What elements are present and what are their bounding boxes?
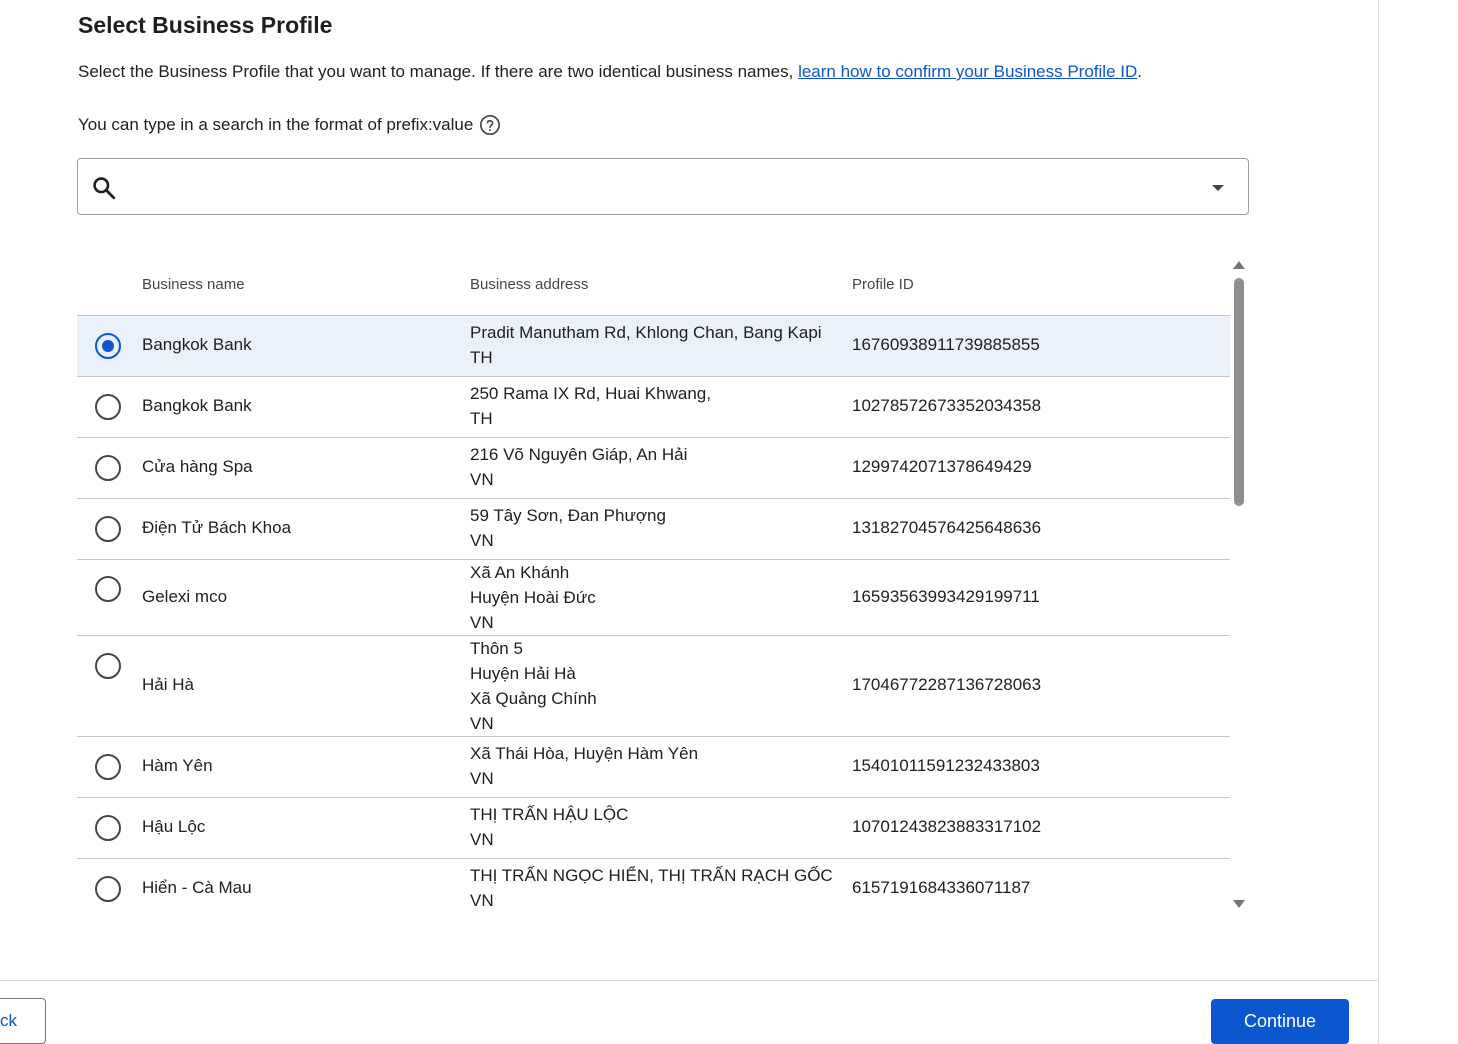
address-line: THỊ TRẤN HẬU LỘC (470, 805, 629, 824)
address-line: VN (470, 531, 494, 550)
profile-id: 1299742071378649429 (852, 457, 1032, 476)
scroll-thumb[interactable] (1234, 278, 1244, 506)
page-description: Select the Business Profile that you wan… (78, 62, 1142, 82)
row-radio[interactable] (95, 754, 121, 780)
business-name: Bangkok Bank (142, 335, 252, 354)
business-address: THỊ TRẤN HẬU LỘC VN (470, 802, 628, 852)
business-address: Xã Thái Hòa, Huyện Hàm Yên VN (470, 741, 698, 791)
table-row[interactable]: Hiển - Cà Mau THỊ TRẤN NGỌC HIỂN, THỊ TR… (77, 859, 1230, 918)
row-radio[interactable] (95, 333, 121, 359)
business-address: Thôn 5 Huyện Hải Hà Xã Quảng Chính VN (470, 636, 597, 736)
table-header: Business name Business address Profile I… (77, 258, 1230, 316)
profile-id: 13182704576425648636 (852, 518, 1042, 537)
search-hint: You can type in a search in the format o… (78, 114, 501, 136)
business-address: THỊ TRẤN NGỌC HIỂN, THỊ TRẤN RẠCH GỐC VN (470, 863, 833, 913)
confirm-profile-id-link[interactable]: learn how to confirm your Business Profi… (798, 62, 1137, 81)
business-address: 216 Võ Nguyên Giáp, An Hải VN (470, 442, 687, 492)
back-button[interactable]: ck (0, 998, 46, 1044)
business-address: 59 Tây Sơn, Đan Phượng VN (470, 503, 666, 553)
profile-search-field[interactable] (77, 158, 1249, 215)
table-row[interactable]: Bangkok Bank Pradit Manutham Rd, Khlong … (77, 316, 1230, 377)
business-name: Gelexi mco (142, 587, 228, 606)
business-name: Hải Hà (142, 675, 194, 694)
profile-id: 17046772287136728063 (852, 675, 1042, 694)
table-row[interactable]: Bangkok Bank 250 Rama IX Rd, Huai Khwang… (77, 377, 1230, 438)
address-line: 250 Rama IX Rd, Huai Khwang, (470, 384, 711, 403)
table-row[interactable]: Hậu Lộc THỊ TRẤN HẬU LỘC VN 107012438238… (77, 798, 1230, 859)
address-line: TH (470, 348, 493, 367)
address-line: VN (470, 613, 494, 632)
address-line: VN (470, 470, 494, 489)
address-line: VN (470, 714, 494, 733)
row-radio[interactable] (95, 455, 121, 481)
profile-id: 10701243823883317102 (852, 817, 1042, 836)
table-row[interactable]: Điện Tử Bách Khoa 59 Tây Sơn, Đan Phượng… (77, 499, 1230, 560)
address-line: 59 Tây Sơn, Đan Phượng (470, 506, 666, 525)
business-name: Hàm Yên (142, 756, 213, 775)
column-business-address: Business address (470, 276, 589, 293)
address-line: VN (470, 769, 494, 788)
address-line: Xã An Khánh (470, 563, 570, 582)
panel-border (1378, 0, 1379, 1044)
address-line: Huyện Hoài Đức (470, 588, 596, 607)
description-end: . (1137, 62, 1142, 81)
address-line: Pradit Manutham Rd, Khlong Chan, Bang Ka… (470, 323, 822, 342)
row-radio[interactable] (95, 653, 121, 679)
table-row[interactable]: Hải Hà Thôn 5 Huyện Hải Hà Xã Quảng Chín… (77, 636, 1230, 737)
address-line: Xã Quảng Chính (470, 689, 597, 708)
profile-id: 15401011591232433803 (852, 756, 1040, 775)
dropdown-arrow-icon[interactable] (1205, 179, 1231, 197)
table-row[interactable]: Cửa hàng Spa 216 Võ Nguyên Giáp, An Hải … (77, 438, 1230, 499)
address-line: THỊ TRẤN NGỌC HIỂN, THỊ TRẤN RẠCH GỐC (470, 866, 833, 885)
scroll-up-arrow-icon[interactable] (1233, 261, 1245, 269)
table-row[interactable]: Gelexi mco Xã An Khánh Huyện Hoài Đức VN… (77, 560, 1230, 636)
business-name: Cửa hàng Spa (142, 457, 253, 476)
business-name: Điện Tử Bách Khoa (142, 518, 292, 537)
row-radio[interactable] (95, 516, 121, 542)
help-icon[interactable] (479, 114, 501, 136)
business-address: Xã An Khánh Huyện Hoài Đức VN (470, 560, 596, 635)
scroll-down-arrow-icon[interactable] (1233, 900, 1245, 908)
row-radio[interactable] (95, 576, 121, 602)
profiles-table: Business name Business address Profile I… (77, 258, 1230, 918)
footer-divider (0, 980, 1378, 981)
page-title: Select Business Profile (78, 12, 333, 38)
business-name: Hậu Lộc (142, 817, 206, 836)
table-row[interactable]: Hàm Yên Xã Thái Hòa, Huyện Hàm Yên VN 15… (77, 737, 1230, 798)
address-line: VN (470, 830, 494, 849)
continue-button[interactable]: Continue (1211, 999, 1349, 1044)
profile-id: 10278572673352034358 (852, 396, 1042, 415)
description-text: Select the Business Profile that you wan… (78, 62, 799, 81)
table-scrollbar[interactable] (1230, 258, 1248, 918)
search-input[interactable] (130, 167, 1210, 207)
profile-id: 6157191684336071187 (852, 878, 1031, 897)
address-line: VN (470, 891, 494, 910)
column-profile-id: Profile ID (852, 276, 914, 293)
column-business-name: Business name (142, 276, 245, 293)
address-line: Xã Thái Hòa, Huyện Hàm Yên (470, 744, 699, 763)
business-name: Bangkok Bank (142, 396, 252, 415)
business-name: Hiển - Cà Mau (142, 878, 252, 897)
address-line: 216 Võ Nguyên Giáp, An Hải (470, 445, 688, 464)
business-address: Pradit Manutham Rd, Khlong Chan, Bang Ka… (470, 320, 822, 370)
search-icon (93, 177, 116, 200)
address-line: Thôn 5 (470, 639, 523, 658)
address-line: Huyện Hải Hà (470, 664, 576, 683)
business-address: 250 Rama IX Rd, Huai Khwang, TH (470, 381, 711, 431)
row-radio[interactable] (95, 815, 121, 841)
address-line: TH (470, 409, 493, 428)
profile-id: 16593563993429199711 (852, 587, 1040, 606)
row-radio[interactable] (95, 876, 121, 902)
row-radio[interactable] (95, 394, 121, 420)
profile-id: 16760938911739885855 (852, 335, 1040, 354)
search-hint-text: You can type in a search in the format o… (78, 115, 474, 134)
